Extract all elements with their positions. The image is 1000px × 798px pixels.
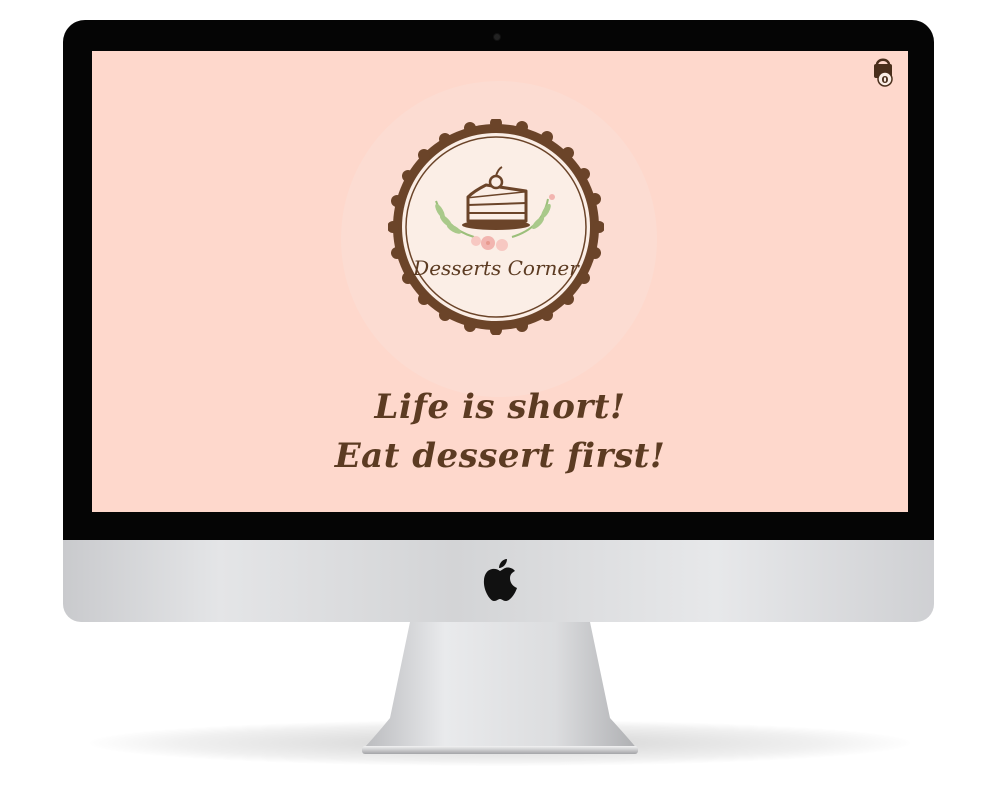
monitor-stand xyxy=(362,622,638,754)
tagline-line-1: Life is short! xyxy=(374,387,626,427)
cart-count-badge: 0 xyxy=(882,75,889,86)
tagline-line-2: Eat dessert first! xyxy=(334,436,666,476)
website-screen: Desserts Corner Life is short! Eat desse… xyxy=(92,51,908,512)
webcam xyxy=(494,34,500,40)
desserts-corner-logo[interactable]: Desserts Corner xyxy=(388,119,604,335)
logo-text: Desserts Corner xyxy=(412,256,580,280)
shopping-bag-icon[interactable]: 0 xyxy=(871,55,895,87)
monitor-mockup: Desserts Corner Life is short! Eat desse… xyxy=(0,0,1000,798)
apple-logo-icon xyxy=(483,559,517,601)
